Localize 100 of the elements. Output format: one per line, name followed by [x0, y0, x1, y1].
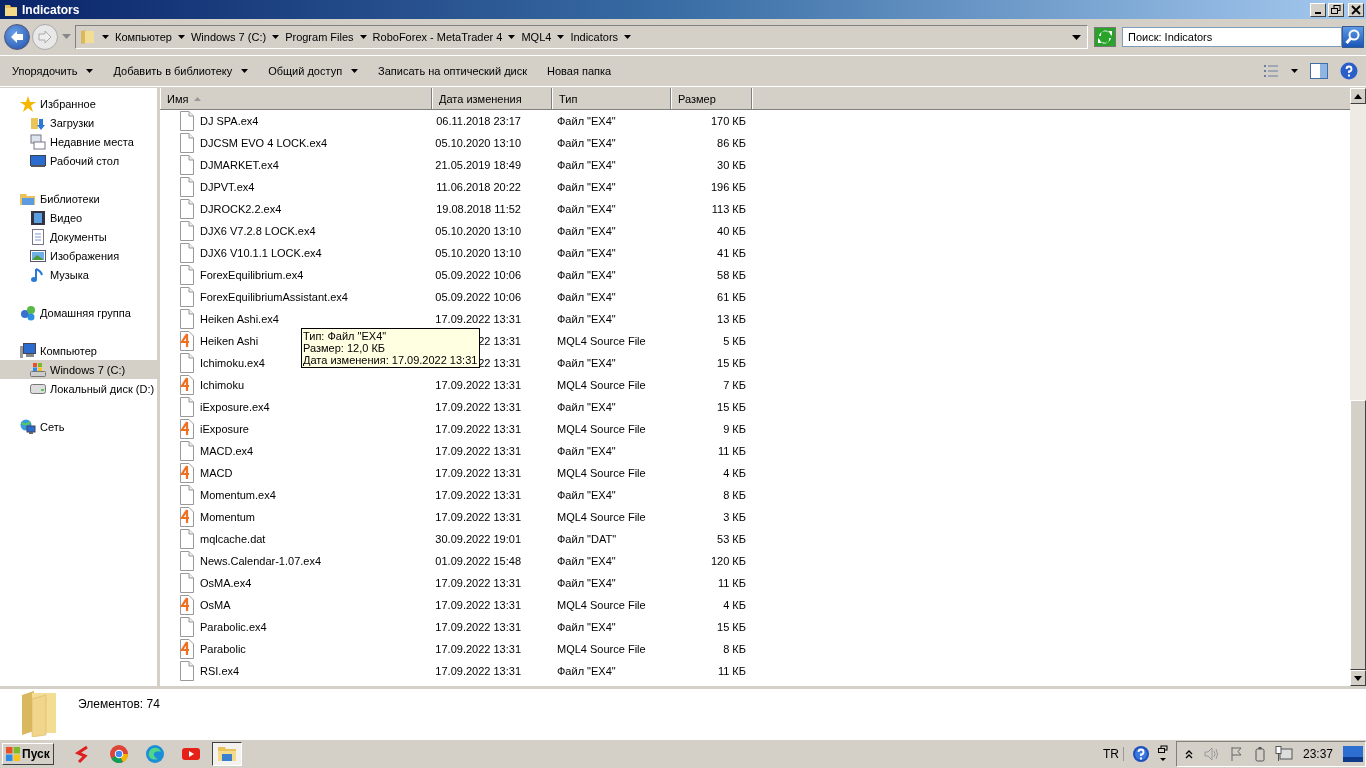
caret-icon[interactable]	[1291, 69, 1298, 73]
sidebar-item[interactable]: Сеть	[0, 417, 157, 436]
help-icon[interactable]	[1131, 745, 1150, 763]
scroll-down-button[interactable]	[1350, 670, 1366, 686]
toolbar-button[interactable]: Добавить в библиотеку	[107, 62, 255, 80]
taskbar-app[interactable]	[211, 742, 242, 766]
caret-icon[interactable]	[508, 35, 516, 39]
sidebar-item[interactable]: Избранное	[0, 94, 157, 113]
caret-icon[interactable]	[272, 35, 280, 39]
breadcrumb[interactable]: Program Files	[285, 31, 354, 43]
file-name[interactable]: Parabolic	[160, 638, 432, 660]
chevron-up-icon[interactable]	[1184, 749, 1193, 759]
breadcrumb[interactable]: MQL4	[521, 31, 552, 43]
address-dropdown-icon[interactable]	[1072, 34, 1081, 40]
toolbar-button[interactable]: Записать на оптический диск	[372, 62, 534, 80]
sidebar-item[interactable]: Библиотеки	[0, 189, 157, 208]
close-button[interactable]	[1348, 2, 1364, 17]
file-name[interactable]: DJX6 V10.1.1 LOCK.ex4	[160, 242, 432, 264]
column-header[interactable]: Дата изменения	[432, 88, 552, 109]
vertical-scrollbar[interactable]	[1350, 88, 1366, 686]
sidebar-item[interactable]: Недавние места	[0, 132, 157, 151]
toolbar-button[interactable]: Упорядочить	[6, 62, 100, 80]
file-name[interactable]: ForexEquilibriumAssistant.ex4	[160, 286, 432, 308]
file-name[interactable]: ForexEquilibrium.ex4	[160, 264, 432, 286]
help-icon[interactable]	[1340, 62, 1358, 80]
column-header[interactable]: Размер	[671, 88, 752, 109]
caret-icon[interactable]	[624, 35, 632, 39]
file-name[interactable]: DJPVT.ex4	[160, 176, 432, 198]
file-name[interactable]: iExposure.ex4	[160, 396, 432, 418]
search-button[interactable]	[1342, 26, 1364, 48]
sidebar-item[interactable]: Локальный диск (D:)	[0, 379, 157, 398]
file-name[interactable]: Momentum	[160, 506, 432, 528]
toolbar-button[interactable]: Общий доступ	[262, 62, 365, 80]
table-cell: 17.09.2022 13:31	[435, 643, 521, 655]
restore-button[interactable]	[1328, 2, 1344, 17]
sidebar-item[interactable]: Видео	[0, 208, 157, 227]
file-name[interactable]: OsMA	[160, 594, 432, 616]
scrollbar-thumb[interactable]	[1350, 400, 1366, 670]
table-cell: 113 КБ	[711, 203, 746, 215]
caret-icon[interactable]	[177, 35, 185, 39]
language-indicator[interactable]: TR	[1102, 747, 1124, 761]
search-field[interactable]: Поиск: Indicators	[1122, 27, 1342, 47]
sidebar-item[interactable]: Домашняя группа	[0, 303, 157, 322]
breadcrumb[interactable]: Компьютер	[115, 31, 172, 43]
file-name[interactable]: DJCSM EVO 4 LOCK.ex4	[160, 132, 432, 154]
table-cell: 21.05.2019 18:49	[435, 159, 521, 171]
file-name[interactable]: RSI.ex4	[160, 660, 432, 682]
sidebar-item[interactable]: Windows 7 (C:)	[0, 360, 157, 379]
table-cell: 17.09.2022 13:31	[435, 467, 521, 479]
table-cell: Файл "EX4"	[557, 489, 616, 501]
scroll-up-button[interactable]	[1350, 88, 1366, 104]
breadcrumb[interactable]: Windows 7 (C:)	[190, 31, 267, 43]
sidebar-item[interactable]: Рабочий стол	[0, 151, 157, 170]
sidebar-item[interactable]: Загрузки	[0, 113, 157, 132]
file-name[interactable]: mqlcache.dat	[160, 528, 432, 550]
column-header[interactable]: Имя	[160, 88, 432, 109]
file-name[interactable]: iExposure	[160, 418, 432, 440]
file-name[interactable]: OsMA.ex4	[160, 572, 432, 594]
sidebar-item[interactable]: Музыка	[0, 265, 157, 284]
star-icon	[20, 95, 36, 112]
table-cell: Файл "EX4"	[557, 269, 616, 281]
file-name[interactable]: Ichimoku	[160, 374, 432, 396]
network-icon[interactable]	[1274, 746, 1293, 762]
breadcrumb[interactable]: Indicators	[570, 31, 619, 43]
file-name[interactable]: Heiken Ashi.ex4	[160, 308, 432, 330]
toolbar-button[interactable]: Новая папка	[541, 62, 618, 80]
refresh-button[interactable]	[1094, 27, 1116, 47]
file-name[interactable]: DJ SPA.ex4	[160, 110, 432, 132]
back-button[interactable]	[4, 24, 30, 50]
window-switch-icon[interactable]	[1157, 745, 1168, 763]
tooltip: Тип: Файл "EX4" Размер: 12,0 КБ Дата изменения: 17.09.2022 13:31	[301, 328, 481, 368]
source-file-icon	[179, 639, 195, 659]
address-bar[interactable]: Компьютер Windows 7 (C:) Program Files RoboForex - MetaTrader 4 MQL4 Indicators	[75, 25, 1088, 49]
clock[interactable]: 23:37	[1302, 747, 1333, 761]
file-name[interactable]: MACD.ex4	[160, 440, 432, 462]
sidebar-item[interactable]: Документы	[0, 227, 157, 246]
file-name[interactable]: DJMARKET.ex4	[160, 154, 432, 176]
file-name[interactable]: DJX6 V7.2.8 LOCK.ex4	[160, 220, 432, 242]
view-list-icon[interactable]	[1263, 64, 1279, 78]
sidebar-item[interactable]: Изображения	[0, 246, 157, 265]
battery-icon[interactable]	[1254, 746, 1265, 762]
column-header[interactable]: Тип	[552, 88, 671, 109]
file-name[interactable]: Parabolic.ex4	[160, 616, 432, 638]
file-name[interactable]: News.Calendar-1.07.ex4	[160, 550, 432, 572]
file-name[interactable]: MACD	[160, 462, 432, 484]
start-button[interactable]: Пуск	[2, 743, 54, 765]
file-name[interactable]: DJROCK2.2.ex4	[160, 198, 432, 220]
file-icon	[179, 111, 195, 131]
flag-icon[interactable]	[1228, 746, 1245, 762]
caret-icon[interactable]	[359, 35, 367, 39]
file-icon	[179, 177, 195, 197]
sidebar-item[interactable]: Компьютер	[0, 341, 157, 360]
breadcrumb[interactable]: RoboForex - MetaTrader 4	[372, 31, 503, 43]
caret-icon[interactable]	[102, 35, 109, 39]
preview-pane-icon[interactable]	[1310, 63, 1328, 79]
table-cell: 05.10.2020 13:10	[435, 137, 521, 149]
file-name[interactable]: Momentum.ex4	[160, 484, 432, 506]
document-icon	[30, 228, 46, 245]
minimize-button[interactable]	[1310, 2, 1326, 17]
caret-icon[interactable]	[557, 35, 565, 39]
